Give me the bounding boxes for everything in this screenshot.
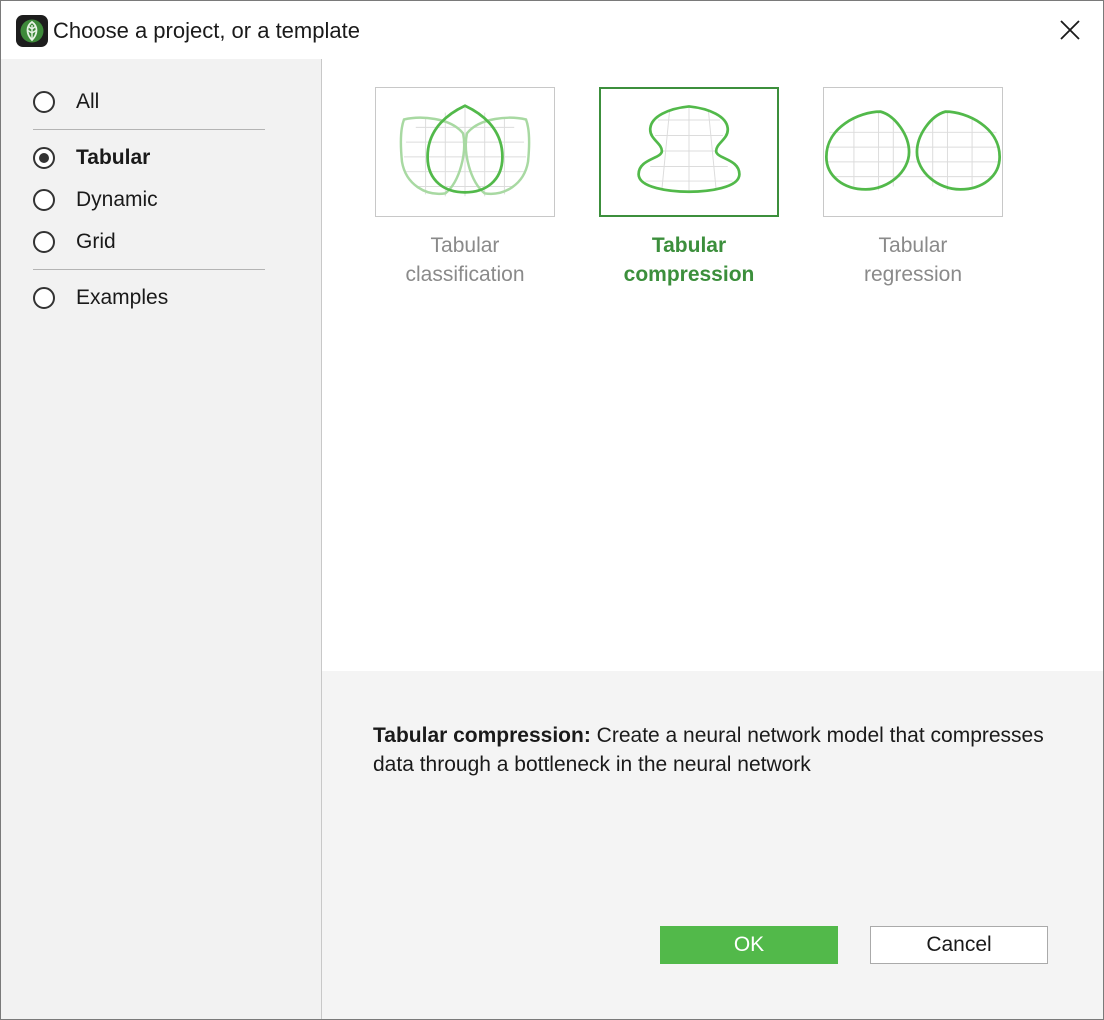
window-title: Choose a project, or a template — [53, 18, 360, 43]
radio-all[interactable] — [33, 91, 55, 113]
close-button[interactable] — [1037, 1, 1103, 59]
category-tabular[interactable]: Tabular — [33, 143, 150, 173]
category-label: Dynamic — [76, 188, 158, 211]
ok-button[interactable]: OK — [660, 926, 838, 964]
template-label: Tabular regression — [823, 231, 1003, 289]
template-label-line2: classification — [405, 263, 525, 286]
template-tabular-regression[interactable]: Tabular regression — [823, 87, 1003, 289]
template-label-line1: Tabular — [430, 234, 500, 257]
cancel-button[interactable]: Cancel — [870, 926, 1048, 964]
category-label: All — [76, 90, 100, 113]
template-tabular-classification[interactable]: Tabular classification — [375, 87, 555, 289]
template-thumbnail-selected[interactable] — [599, 87, 779, 217]
template-label-line2: compression — [623, 263, 755, 286]
template-label: Tabular compression — [599, 231, 779, 289]
tabular-classification-icon — [399, 104, 531, 197]
template-description: Tabular compression: Create a neural net… — [373, 721, 1053, 779]
radio-examples[interactable] — [33, 287, 55, 309]
close-icon — [1060, 20, 1080, 40]
template-label-line1: Tabular — [651, 234, 727, 257]
category-sidebar: All Tabular Dynamic Grid Examples — [1, 59, 322, 1019]
category-label: Tabular — [76, 146, 151, 169]
radio-tabular[interactable] — [33, 147, 55, 169]
category-grid[interactable]: Grid — [33, 227, 116, 257]
template-label-line1: Tabular — [878, 234, 948, 257]
title-bar: Choose a project, or a template — [1, 1, 1103, 59]
category-label: Examples — [76, 286, 169, 309]
tabular-regression-icon — [824, 110, 1002, 191]
category-dynamic[interactable]: Dynamic — [33, 185, 158, 215]
tabular-compression-icon — [637, 105, 741, 194]
separator — [33, 269, 265, 270]
template-label-line2: regression — [863, 263, 963, 286]
template-label: Tabular classification — [375, 231, 555, 289]
template-gallery: Tabular classification Tabular compressi… — [322, 59, 1103, 671]
separator — [33, 129, 265, 130]
dialog-window: Choose a project, or a template All Tabu… — [0, 0, 1104, 1020]
description-panel: Tabular compression: Create a neural net… — [322, 671, 1103, 1019]
description-title: Tabular compression: — [373, 724, 591, 747]
category-all[interactable]: All — [33, 87, 99, 117]
template-thumbnail[interactable] — [375, 87, 555, 217]
radio-dynamic[interactable] — [33, 189, 55, 211]
radio-grid[interactable] — [33, 231, 55, 253]
category-label: Grid — [76, 230, 116, 253]
template-thumbnail[interactable] — [823, 87, 1003, 217]
template-tabular-compression[interactable]: Tabular compression — [599, 87, 779, 289]
app-logo-icon — [16, 15, 48, 47]
category-examples[interactable]: Examples — [33, 283, 168, 313]
